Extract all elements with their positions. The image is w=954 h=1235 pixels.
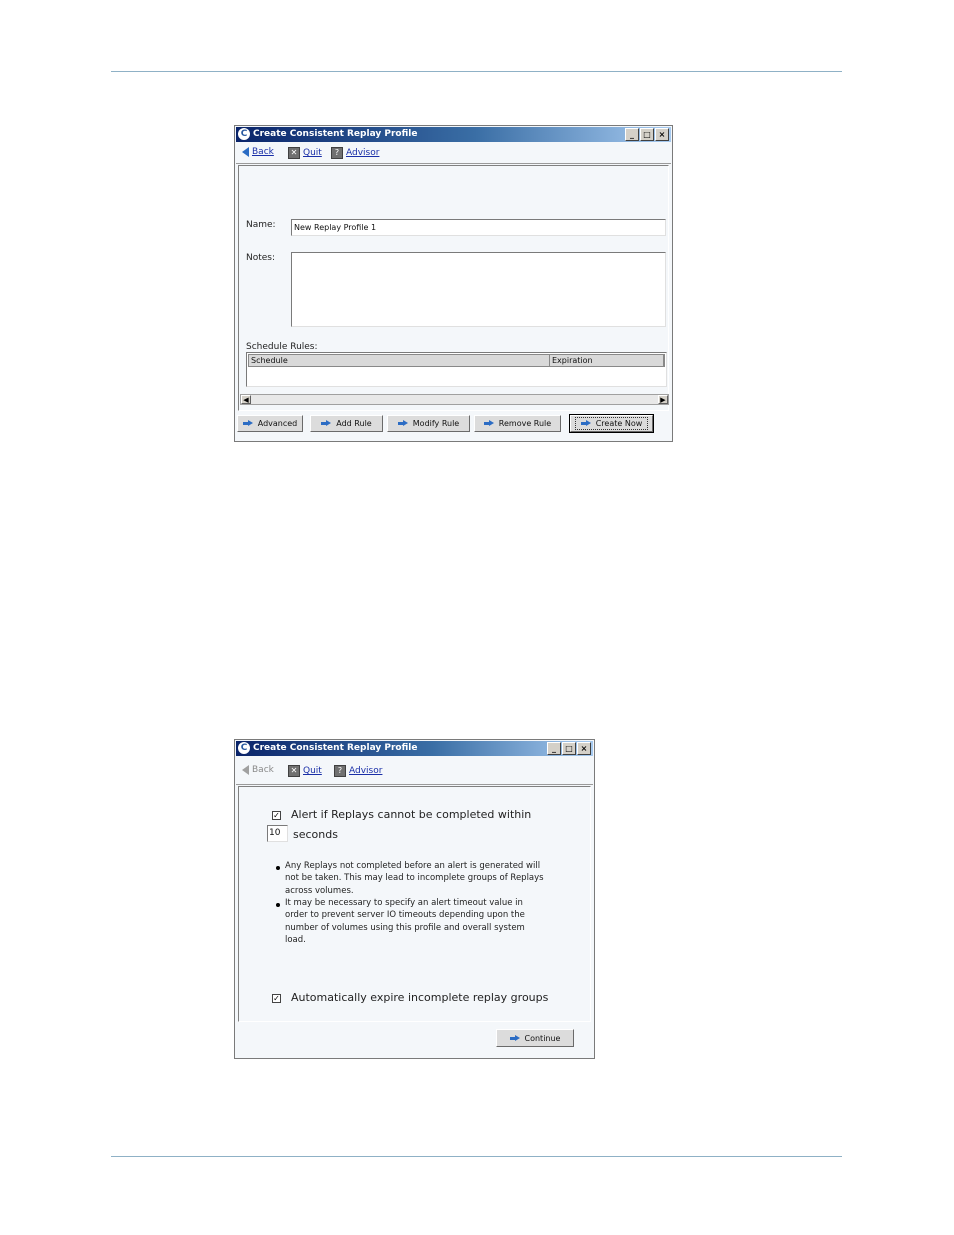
modify-rule-label: Modify Rule (412, 419, 460, 428)
notes-textarea[interactable] (291, 252, 666, 327)
close-icon[interactable]: × (655, 128, 669, 141)
back-label: Back (252, 765, 274, 775)
column-header-expiration[interactable]: Expiration (550, 355, 664, 366)
notes-label: Notes: (246, 253, 276, 263)
advisor-link[interactable]: ? Advisor (334, 765, 382, 777)
create-now-button[interactable]: Create Now (569, 414, 654, 433)
timeout-seconds-input[interactable]: 10 (267, 825, 288, 842)
maximize-icon[interactable]: □ (640, 128, 654, 141)
c-logo-icon: C (238, 128, 250, 140)
create-now-label: Create Now (595, 419, 643, 428)
scroll-right-icon[interactable]: ▶ (658, 395, 668, 404)
back-label[interactable]: Back (252, 147, 274, 157)
form-panel: Name: New Replay Profile 1 Notes: Schedu… (238, 165, 669, 411)
remove-rule-button[interactable]: Remove Rule (474, 415, 561, 432)
name-label: Name: (246, 220, 276, 230)
arrow-right-icon (580, 420, 591, 427)
arrow-right-icon (242, 420, 253, 427)
quit-label[interactable]: Quit (303, 148, 322, 158)
advisor-icon: ? (334, 765, 346, 777)
window-title: Create Consistent Replay Profile (253, 743, 418, 753)
name-input[interactable]: New Replay Profile 1 (291, 219, 666, 236)
window-titlebar[interactable]: C Create Consistent Replay Profile _ □ × (236, 127, 671, 142)
seconds-label: seconds (293, 828, 338, 841)
minimize-icon[interactable]: _ (547, 742, 561, 755)
window-title: Create Consistent Replay Profile (253, 129, 418, 139)
note-item-incomplete-groups: Any Replays not completed before an aler… (285, 861, 544, 896)
arrow-right-icon (509, 1034, 520, 1042)
continue-button[interactable]: Continue (496, 1029, 574, 1047)
arrow-right-icon (321, 420, 332, 427)
create-profile-window: C Create Consistent Replay Profile _ □ ×… (234, 125, 673, 442)
quit-icon: ✕ (288, 147, 300, 159)
scroll-left-icon[interactable]: ◀ (241, 395, 251, 404)
window-titlebar[interactable]: C Create Consistent Replay Profile _ □ × (236, 741, 593, 756)
bullet-icon (276, 866, 280, 870)
back-arrow-icon (242, 765, 249, 775)
alert-checkbox[interactable]: ✓ (272, 811, 281, 820)
wizard-toolbar: Back ✕ Quit ? Advisor (236, 143, 671, 164)
advisor-label[interactable]: Advisor (349, 766, 382, 776)
expire-checkbox[interactable]: ✓ (272, 994, 281, 1003)
wizard-toolbar: Back ✕ Quit ? Advisor (236, 757, 593, 785)
bullet-icon (276, 903, 280, 907)
modify-rule-button[interactable]: Modify Rule (387, 415, 470, 432)
advanced-button[interactable]: Advanced (237, 415, 303, 432)
back-link[interactable]: Back (242, 147, 274, 157)
advanced-label: Advanced (257, 419, 298, 428)
column-header-schedule[interactable]: Schedule (249, 355, 550, 366)
close-icon[interactable]: × (577, 742, 591, 755)
continue-label: Continue (524, 1033, 561, 1043)
add-rule-label: Add Rule (336, 419, 372, 428)
back-link: Back (242, 765, 274, 775)
maximize-icon[interactable]: □ (562, 742, 576, 755)
alert-options-panel: ✓ Alert if Replays cannot be completed w… (238, 786, 591, 1022)
arrow-right-icon (483, 420, 494, 427)
alert-settings-window: C Create Consistent Replay Profile _ □ ×… (234, 739, 595, 1059)
minimize-icon[interactable]: _ (625, 128, 639, 141)
table-header: Schedule Expiration (248, 354, 665, 367)
quit-link[interactable]: ✕ Quit (288, 147, 322, 159)
advisor-link[interactable]: ? Advisor (331, 147, 379, 159)
note-item-io-timeouts: It may be necessary to specify an alert … (285, 898, 525, 945)
c-logo-icon: C (238, 742, 250, 754)
advisor-icon: ? (331, 147, 343, 159)
schedule-rules-label: Schedule Rules: (246, 342, 318, 352)
back-arrow-icon (242, 147, 249, 157)
advisor-label[interactable]: Advisor (346, 148, 379, 158)
quit-label[interactable]: Quit (303, 766, 322, 776)
page-bottom-rule (111, 1156, 842, 1157)
quit-icon: ✕ (288, 765, 300, 777)
remove-rule-label: Remove Rule (498, 419, 552, 428)
quit-link[interactable]: ✕ Quit (288, 765, 322, 777)
alert-checkbox-label: Alert if Replays cannot be completed wit… (291, 808, 532, 821)
arrow-right-icon (397, 420, 408, 427)
horizontal-scrollbar[interactable]: ◀ ▶ (240, 394, 669, 405)
add-rule-button[interactable]: Add Rule (310, 415, 383, 432)
schedule-rules-table[interactable]: Schedule Expiration (246, 352, 667, 387)
expire-checkbox-label: Automatically expire incomplete replay g… (291, 991, 549, 1004)
page-top-rule (111, 71, 842, 72)
